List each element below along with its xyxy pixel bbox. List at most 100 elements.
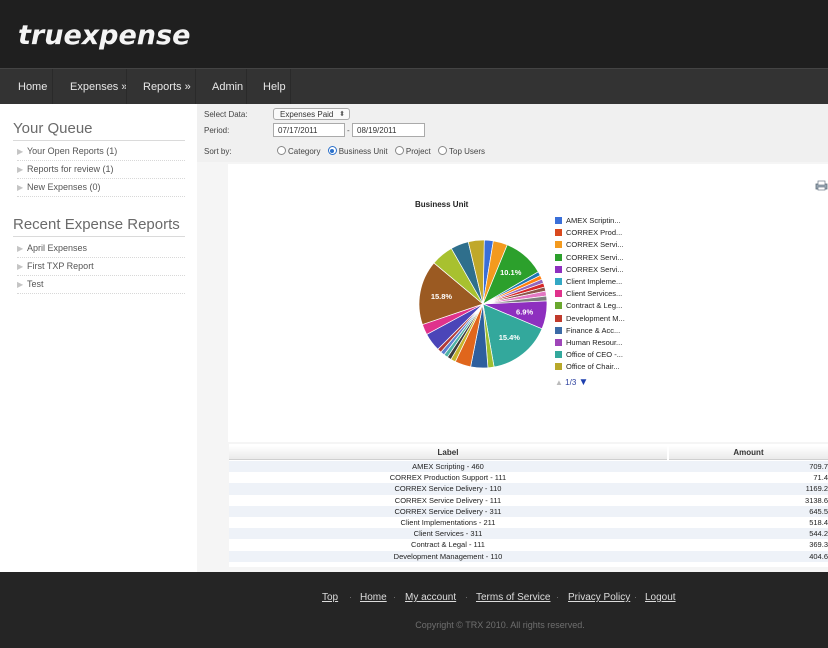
- legend-label: Finance & Acc...: [566, 325, 621, 335]
- legend-swatch: [555, 290, 562, 298]
- sidebar: Your Queue ▶ Your Open Reports (1) ▶ Repor…: [0, 104, 197, 572]
- legend-item[interactable]: CORREX Servi...: [555, 265, 624, 276]
- period-label: Period:: [204, 126, 230, 135]
- recent-report-april[interactable]: ▶ April Expenses: [17, 240, 185, 258]
- table-row[interactable]: CORREX Service Delivery - 311 645.5: [229, 505, 828, 517]
- nav-home[interactable]: Home: [18, 69, 47, 105]
- radio-selected-icon: [327, 146, 337, 155]
- sort-by-group: Category Business Unit Project Top Users: [277, 145, 490, 159]
- cell-amount: 3138.6: [805, 495, 828, 505]
- legend-swatch: [555, 351, 562, 359]
- legend-item[interactable]: CORREX Servi...: [555, 253, 624, 264]
- queue-item-new-expenses[interactable]: ▶ New Expenses (0): [17, 179, 185, 197]
- legend-item[interactable]: Office of Chair...: [555, 362, 620, 373]
- date-to-input[interactable]: 08/19/2011: [352, 123, 425, 137]
- table-row[interactable]: Development Management - 110 404.6: [229, 550, 828, 562]
- legend-item[interactable]: Office of CEO -...: [555, 350, 623, 361]
- footer-link-top[interactable]: Top: [322, 592, 338, 603]
- table-row[interactable]: CORREX Service Delivery - 110 1169.2: [229, 483, 828, 495]
- legend-swatch: [555, 253, 562, 261]
- nav-help[interactable]: Help: [263, 69, 286, 105]
- date-from-input[interactable]: 07/17/2011: [273, 123, 345, 137]
- legend-swatch: [555, 363, 562, 371]
- table-row[interactable]: CORREX Production Support - 111 71.4: [229, 472, 828, 484]
- select-data-dropdown[interactable]: Expenses Paid ⬍: [273, 108, 350, 120]
- legend-label: Contract & Leg...: [566, 301, 623, 311]
- legend-swatch: [555, 229, 562, 237]
- copyright-text: Copyright © TRX 2010. All rights reserve…: [415, 620, 585, 630]
- legend-item[interactable]: Human Resour...: [555, 338, 622, 349]
- radio-circle-icon: [438, 146, 447, 155]
- select-data-value: Expenses Paid: [280, 110, 334, 119]
- cell-amount: 544.2: [809, 529, 828, 539]
- queue-item-open-reports[interactable]: ▶ Your Open Reports (1): [17, 143, 185, 161]
- recent-report-first-txp[interactable]: ▶ First TXP Report: [17, 258, 185, 276]
- table-row[interactable]: CORREX Service Delivery - 111 3138.6: [229, 494, 828, 506]
- page-up-icon[interactable]: ▲: [555, 378, 563, 387]
- date-separator: -: [347, 126, 350, 135]
- table-row[interactable]: Contract & Legal - 111 369.3: [229, 539, 828, 551]
- legend-item[interactable]: Client Impleme...: [555, 277, 622, 288]
- footer-link-terms[interactable]: Terms of Service: [476, 592, 550, 603]
- radio-circle-icon: [277, 146, 286, 155]
- print-icon[interactable]: [815, 176, 828, 191]
- legend-label: CORREX Prod...: [566, 228, 623, 238]
- cell-label: Contract & Legal - 111: [411, 540, 485, 550]
- logo[interactable]: truexpense: [18, 20, 190, 51]
- pie-slice-label: 10.1%: [500, 268, 522, 277]
- legend-item[interactable]: CORREX Prod...: [555, 228, 622, 239]
- main-nav: Home Expenses » Reports » Admin Help: [0, 68, 828, 105]
- pie-slice-label: 15.4%: [499, 333, 521, 342]
- legend-item[interactable]: Contract & Leg...: [555, 301, 622, 312]
- radio-label: Business Unit: [338, 147, 388, 156]
- cell-amount: 369.3: [809, 540, 828, 550]
- queue-item-reports-review[interactable]: ▶ Reports for review (1): [17, 161, 185, 179]
- sort-project-radio[interactable]: Project: [394, 145, 431, 159]
- page-down-icon[interactable]: ▼: [579, 377, 589, 388]
- column-header-label[interactable]: Label: [229, 446, 667, 460]
- table-row[interactable]: AMEX Scripting - 460 709.7: [229, 461, 828, 473]
- radio-label: Category: [288, 147, 321, 156]
- cell-label: CORREX Service Delivery - 110: [394, 484, 502, 494]
- nav-divider: [246, 69, 247, 105]
- report-content: Business Unit 10.1% 6.9% 15.4% 15.8% AMEX S…: [197, 162, 828, 572]
- footer-link-my-account[interactable]: My account: [405, 592, 456, 603]
- legend-label: Development M...: [566, 313, 625, 323]
- sort-top-users-radio[interactable]: Top Users: [438, 145, 485, 159]
- footer-separator: ·: [634, 592, 637, 602]
- legend-label: Office of CEO -...: [566, 350, 623, 360]
- footer-link-home[interactable]: Home: [360, 592, 387, 603]
- legend-label: CORREX Servi...: [566, 252, 624, 262]
- chart-panel: Business Unit 10.1% 6.9% 15.4% 15.8% AMEX S…: [228, 164, 828, 442]
- legend-label: Client Impleme...: [566, 277, 623, 286]
- table-row[interactable]: Client Services - 311 544.2: [229, 528, 828, 540]
- legend-item[interactable]: Client Services...: [555, 289, 622, 300]
- sort-category-radio[interactable]: Category: [277, 145, 320, 159]
- legend-item[interactable]: CORREX Servi...: [555, 240, 624, 251]
- select-data-label: Select Data:: [204, 110, 248, 119]
- nav-expenses[interactable]: Expenses »: [70, 69, 127, 105]
- pager-text: 1/3: [565, 378, 577, 387]
- table-row[interactable]: Client Implementations - 211 518.4: [229, 517, 828, 529]
- footer-link-logout[interactable]: Logout: [645, 592, 676, 603]
- legend-item[interactable]: Development M...: [555, 314, 625, 325]
- bullet-icon: ▶: [17, 183, 24, 192]
- legend-swatch: [555, 302, 562, 310]
- legend-item[interactable]: Finance & Acc...: [555, 326, 620, 337]
- legend-swatch: [555, 326, 562, 334]
- sort-business-unit-radio[interactable]: Business Unit: [327, 145, 388, 159]
- recent-report-test[interactable]: ▶ Test: [17, 276, 185, 294]
- recent-report-label: First TXP Report: [27, 261, 94, 271]
- nav-reports[interactable]: Reports »: [143, 69, 191, 105]
- legend-pager[interactable]: ▲ 1/3 ▼: [555, 377, 588, 388]
- pie-chart: 10.1% 6.9% 15.4% 15.8%: [418, 239, 548, 369]
- nav-admin[interactable]: Admin: [212, 69, 243, 105]
- radio-circle-icon: [394, 146, 404, 155]
- cell-amount: 518.4: [809, 518, 828, 527]
- legend-label: CORREX Servi...: [566, 240, 624, 250]
- bullet-icon: ▶: [17, 244, 24, 253]
- legend-item[interactable]: AMEX Scriptin...: [555, 216, 621, 227]
- footer-separator: ·: [349, 592, 352, 602]
- footer-link-privacy[interactable]: Privacy Policy: [568, 592, 630, 603]
- column-header-amount[interactable]: Amount: [669, 446, 828, 460]
